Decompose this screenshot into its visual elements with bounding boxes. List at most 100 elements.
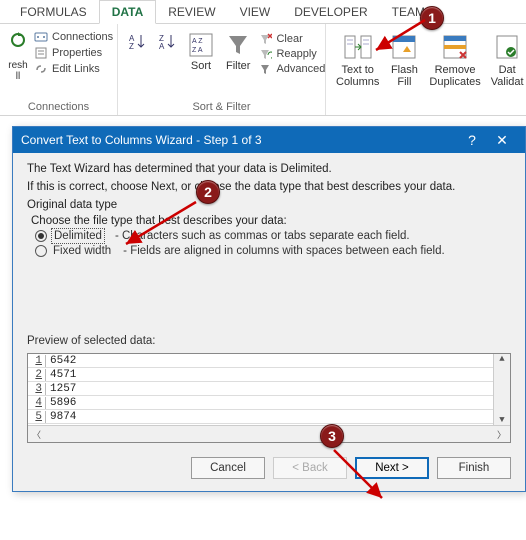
preview-label: Preview of selected data:: [27, 335, 511, 347]
help-button[interactable]: ?: [457, 132, 487, 148]
advanced-label: Advanced: [276, 63, 325, 75]
tab-formulas[interactable]: FORMULAS: [8, 1, 99, 23]
reapply-button[interactable]: Reapply: [258, 47, 325, 61]
connections-button[interactable]: Connections: [34, 30, 113, 44]
flash-fill-button[interactable]: Flash Fill: [385, 30, 423, 90]
clear-label: Clear: [276, 33, 302, 45]
wizard-intro-1: The Text Wizard has determined that your…: [27, 163, 511, 175]
back-button: < Back: [273, 457, 347, 479]
filter-button[interactable]: Filter: [222, 30, 254, 74]
fixed-width-desc: - Fields are aligned in columns with spa…: [123, 245, 445, 257]
cancel-button[interactable]: Cancel: [191, 457, 265, 479]
preview-vertical-scrollbar[interactable]: ▲▼: [493, 354, 510, 425]
sort-label: Sort: [191, 60, 211, 72]
sort-button[interactable]: A ZZ A Sort: [184, 30, 218, 74]
reapply-icon: [258, 47, 272, 61]
tab-data[interactable]: DATA: [99, 0, 157, 24]
connections-icon: [34, 30, 48, 44]
advanced-button[interactable]: Advanced: [258, 62, 325, 76]
sort-az-icon: AZ: [128, 32, 146, 52]
connections-group-label: Connections: [6, 101, 111, 115]
flash-fill-icon: [389, 32, 419, 62]
preview-row: 24571: [28, 368, 510, 382]
preview-box: 16542 24571 31257 45896 59874 ▲▼ 〈〉: [27, 353, 511, 443]
scroll-up-icon[interactable]: ▲: [499, 354, 504, 364]
preview-row-val: 6542: [46, 355, 76, 367]
preview-row-num: 1: [28, 355, 46, 367]
svg-text:A Z: A Z: [192, 38, 203, 45]
ribbon-body: resh ll Connections Properties Edit Link…: [0, 24, 526, 116]
ribbon-group-sort-filter: AZ ZA A ZZ A Sort Filter Clear Rea: [118, 24, 326, 115]
text-to-columns-label: Text to Columns: [336, 64, 379, 88]
delimited-radio[interactable]: [35, 230, 47, 242]
preview-row-val: 4571: [46, 369, 76, 381]
preview-row: 59874: [28, 410, 510, 424]
scroll-left-icon[interactable]: 〈: [32, 428, 41, 441]
sort-icon: A ZZ A: [188, 32, 214, 58]
callout-3: 3: [320, 424, 344, 448]
preview-horizontal-scrollbar[interactable]: 〈〉: [28, 425, 510, 442]
preview-row-num: 2: [28, 369, 46, 381]
reapply-label: Reapply: [276, 48, 316, 60]
data-validation-icon: [495, 32, 519, 62]
refresh-label: resh ll: [8, 60, 27, 82]
tab-developer[interactable]: DEVELOPER: [282, 1, 379, 23]
text-to-columns-button[interactable]: Text to Columns: [332, 30, 383, 90]
refresh-all-button[interactable]: resh ll: [6, 28, 30, 84]
wizard-dialog: Convert Text to Columns Wizard - Step 1 …: [12, 126, 526, 492]
dialog-titlebar[interactable]: Convert Text to Columns Wizard - Step 1 …: [13, 127, 525, 153]
original-data-type-label: Original data type: [27, 199, 511, 211]
clear-button[interactable]: Clear: [258, 32, 325, 46]
sort-za-icon: ZA: [158, 32, 176, 52]
refresh-icon: [9, 30, 27, 58]
text-to-columns-icon: [343, 32, 373, 62]
clear-icon: [258, 32, 272, 46]
callout-1: 1: [420, 6, 444, 30]
preview-row-val: 1257: [46, 383, 76, 395]
data-validation-label: Dat Validat: [491, 64, 524, 88]
remove-duplicates-button[interactable]: Remove Duplicates: [425, 30, 484, 90]
finish-button[interactable]: Finish: [437, 457, 511, 479]
scroll-right-icon[interactable]: 〉: [497, 428, 506, 441]
fixed-width-radio[interactable]: [35, 245, 47, 257]
delimited-desc: - Characters such as commas or tabs sepa…: [115, 230, 410, 242]
svg-text:A: A: [159, 42, 165, 51]
sort-za-button[interactable]: ZA: [154, 30, 180, 54]
edit-links-button[interactable]: Edit Links: [34, 62, 113, 76]
fixed-width-radio-row[interactable]: Fixed width - Fields are aligned in colu…: [35, 245, 511, 257]
flash-fill-label: Flash Fill: [391, 64, 418, 88]
scroll-down-icon[interactable]: ▼: [499, 415, 504, 425]
svg-text:Z: Z: [129, 42, 134, 51]
data-type-group: Choose the file type that best describes…: [27, 215, 511, 325]
sort-filter-group-label: Sort & Filter: [124, 101, 319, 115]
remove-duplicates-icon: [440, 32, 470, 62]
remove-duplicates-label: Remove Duplicates: [429, 64, 480, 88]
preview-row: 16542: [28, 354, 510, 368]
data-tools-group-label: [332, 113, 526, 115]
connections-label: Connections: [52, 31, 113, 43]
edit-links-label: Edit Links: [52, 63, 100, 75]
edit-links-icon: [34, 62, 48, 76]
delimited-label: Delimited: [53, 230, 103, 242]
preview-row-val: 9874: [46, 411, 76, 423]
dialog-buttons: Cancel < Back Next > Finish: [27, 457, 511, 479]
sort-az-button[interactable]: AZ: [124, 30, 150, 54]
preview-row-num: 3: [28, 383, 46, 395]
filter-icon: [226, 32, 250, 58]
tab-review[interactable]: REVIEW: [156, 1, 227, 23]
preview-row: 45896: [28, 396, 510, 410]
delimited-radio-row[interactable]: Delimited - Characters such as commas or…: [35, 230, 511, 242]
advanced-icon: [258, 62, 272, 76]
tab-view[interactable]: VIEW: [228, 1, 283, 23]
data-validation-button[interactable]: Dat Validat: [487, 30, 526, 90]
preview-row-num: 5: [28, 411, 46, 423]
close-button[interactable]: ✕: [487, 132, 517, 149]
properties-button[interactable]: Properties: [34, 46, 113, 60]
properties-label: Properties: [52, 47, 102, 59]
ribbon-tabs: FORMULAS DATA REVIEW VIEW DEVELOPER TEAM: [0, 0, 526, 24]
next-button[interactable]: Next >: [355, 457, 429, 479]
preview-row-num: 4: [28, 397, 46, 409]
properties-icon: [34, 46, 48, 60]
choose-file-type-label: Choose the file type that best describes…: [31, 215, 511, 227]
filter-label: Filter: [226, 60, 250, 72]
